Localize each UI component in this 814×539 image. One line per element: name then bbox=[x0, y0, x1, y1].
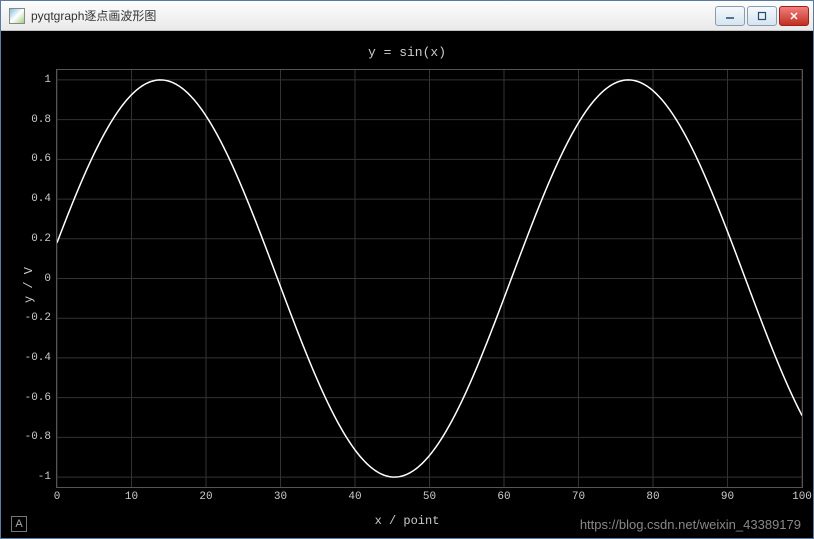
x-tick-label: 10 bbox=[125, 491, 138, 503]
x-tick-label: 90 bbox=[721, 491, 734, 503]
y-tick-label: -0.4 bbox=[25, 352, 51, 364]
y-tick-label: 0.4 bbox=[31, 193, 51, 205]
app-icon bbox=[9, 8, 25, 24]
close-button[interactable] bbox=[779, 6, 809, 26]
y-tick-label: -0.6 bbox=[25, 392, 51, 404]
x-tick-label: 20 bbox=[199, 491, 212, 503]
x-tick-label: 70 bbox=[572, 491, 585, 503]
y-tick-label: -1 bbox=[38, 471, 51, 483]
window-title: pyqtgraph逐点画波形图 bbox=[31, 7, 715, 24]
y-tick-label: 0.8 bbox=[31, 114, 51, 126]
y-tick-label: -0.2 bbox=[25, 312, 51, 324]
x-tick-label: 0 bbox=[54, 491, 61, 503]
x-tick-label: 100 bbox=[792, 491, 812, 503]
y-axis-label: y / V bbox=[22, 266, 36, 302]
app-window: pyqtgraph逐点画波形图 y = sin(x) y / V x / poi… bbox=[0, 0, 814, 539]
x-tick-label: 40 bbox=[348, 491, 361, 503]
maximize-button[interactable] bbox=[747, 6, 777, 26]
close-icon bbox=[789, 11, 799, 21]
minimize-button[interactable] bbox=[715, 6, 745, 26]
chart-title: y = sin(x) bbox=[1, 45, 813, 60]
plot-content: y = sin(x) y / V x / point 0102030405060… bbox=[1, 31, 813, 538]
watermark-text: https://blog.csdn.net/weixin_43389179 bbox=[580, 517, 801, 532]
maximize-icon bbox=[757, 11, 767, 21]
x-tick-label: 50 bbox=[423, 491, 436, 503]
plot-svg bbox=[57, 70, 802, 487]
plot-area[interactable]: 0102030405060708090100-1-0.8-0.6-0.4-0.2… bbox=[56, 69, 803, 488]
x-tick-label: 30 bbox=[274, 491, 287, 503]
x-tick-label: 80 bbox=[646, 491, 659, 503]
y-tick-label: 0.2 bbox=[31, 233, 51, 245]
y-tick-label: 0.6 bbox=[31, 153, 51, 165]
window-controls bbox=[715, 6, 809, 26]
x-tick-label: 60 bbox=[497, 491, 510, 503]
autoscale-button[interactable]: A bbox=[11, 516, 27, 532]
minimize-icon bbox=[725, 11, 735, 21]
y-tick-label: 1 bbox=[44, 74, 51, 86]
y-tick-label: -0.8 bbox=[25, 431, 51, 443]
titlebar[interactable]: pyqtgraph逐点画波形图 bbox=[1, 1, 813, 31]
y-tick-label: 0 bbox=[44, 273, 51, 285]
